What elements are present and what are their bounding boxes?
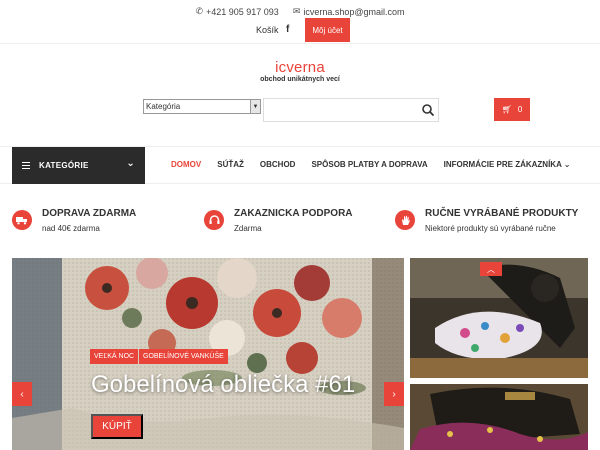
email-contact[interactable]: ✉ icverna.shop@gmail.com xyxy=(293,6,405,17)
truck-icon xyxy=(12,210,32,230)
slider-next-button[interactable]: › xyxy=(384,382,404,406)
sewing-machine-fabric-image xyxy=(410,384,588,450)
hero-slider[interactable]: VEĽKÁ NOC GOBELÍNOVÉ VANKÚŠE Gobelínová … xyxy=(12,258,404,450)
cart-icon: 🛒︎ xyxy=(501,105,512,114)
chevron-up-icon: ︿ xyxy=(487,264,495,274)
side-product-image-top[interactable]: ︿ xyxy=(410,258,588,378)
email-text: icverna.shop@gmail.com xyxy=(303,6,405,17)
search-input[interactable] xyxy=(263,98,439,122)
chevron-right-icon: › xyxy=(392,388,396,400)
envelope-icon: ✉ xyxy=(292,6,301,16)
facebook-icon[interactable]: f xyxy=(286,24,289,35)
search-icon[interactable] xyxy=(421,103,435,117)
nav-item-shop[interactable]: OBCHOD xyxy=(260,160,296,169)
category-select-value: Kategória xyxy=(146,102,181,111)
site-logo[interactable]: icverna xyxy=(0,59,600,76)
categories-menu-button[interactable]: KATEGÓRIE ⌄ xyxy=(12,147,145,184)
feature-title: RUČNE VYRÁBANÉ PRODUKTY xyxy=(425,208,579,219)
hand-icon xyxy=(395,210,415,230)
side-product-image-bottom[interactable] xyxy=(410,384,588,450)
cart-button[interactable]: 🛒︎ 0 xyxy=(494,98,530,121)
site-tagline: obchod unikátnych vecí xyxy=(260,76,340,83)
chevron-left-icon: ‹ xyxy=(20,388,24,400)
slide-title[interactable]: Gobelínová obliečka #61 xyxy=(91,371,355,399)
feature-title: ZAKAZNICKA PODPORA xyxy=(234,208,353,219)
categories-label: KATEGÓRIE xyxy=(39,161,89,170)
nav-item-customer-info-label: INFORMÁCIE PRE ZÁKAZNÍKA xyxy=(443,160,562,169)
select-arrow-icon: ▼ xyxy=(250,100,260,113)
nav-item-customer-info[interactable]: INFORMÁCIE PRE ZÁKAZNÍKA ⌄ xyxy=(444,160,571,169)
phone-icon: ✆ xyxy=(195,6,203,16)
nav-item-payment-shipping[interactable]: SPÔSOB PLATBY A DOPRAVA xyxy=(311,160,427,169)
slider-prev-button[interactable]: ‹ xyxy=(12,382,32,406)
nav-item-contest[interactable]: SÚŤAŽ xyxy=(217,160,244,169)
main-navigation: KATEGÓRIE ⌄ DOMOV SÚŤAŽ OBCHOD SPÔSOB PL… xyxy=(0,146,600,184)
phone-text: +421 905 917 093 xyxy=(205,6,279,17)
buy-button[interactable]: KÚPIŤ xyxy=(91,414,143,439)
feature-subtitle: Niektoré produkty sú vyrábané ručne xyxy=(425,224,556,233)
top-bar: ✆ +421 905 917 093 ✉ icverna.shop@gmail.co… xyxy=(0,0,600,44)
links-row: Košík f Môj účet xyxy=(0,18,600,42)
feature-subtitle: Zdarma xyxy=(234,224,262,233)
scroll-up-button[interactable]: ︿ xyxy=(480,262,502,276)
feature-subtitle: nad 40€ zdarma xyxy=(42,224,100,233)
chevron-down-icon: ⌄ xyxy=(126,158,135,169)
headset-icon xyxy=(204,210,224,230)
feature-free-shipping: DOPRAVA ZDARMA nad 40€ zdarma xyxy=(12,208,192,238)
slide-tag[interactable]: VEĽKÁ NOC xyxy=(90,349,139,364)
category-select[interactable]: Kategória ▼ xyxy=(143,99,261,114)
feature-customer-support: ZAKAZNICKA PODPORA Zdarma xyxy=(204,208,384,238)
sewing-machine-mask-image xyxy=(410,258,588,378)
feature-title: DOPRAVA ZDARMA xyxy=(42,208,137,219)
nav-item-home[interactable]: DOMOV xyxy=(171,160,201,169)
cart-count: 0 xyxy=(517,105,523,114)
contact-row: ✆ +421 905 917 093 ✉ icverna.shop@gmail.co… xyxy=(0,6,600,17)
slide-tag[interactable]: GOBELÍNOVÉ VANKÚŠE xyxy=(139,349,228,364)
phone-contact[interactable]: ✆ +421 905 917 093 xyxy=(195,6,278,17)
nav-items: DOMOV SÚŤAŽ OBCHOD SPÔSOB PLATBY A DOPRA… xyxy=(171,160,587,169)
hamburger-icon xyxy=(22,160,30,171)
chevron-down-icon: ⌄ xyxy=(563,160,571,169)
my-account-button[interactable]: Môj účet xyxy=(305,18,350,42)
cart-link[interactable]: Košík xyxy=(256,25,279,35)
feature-handmade: RUČNE VYRÁBANÉ PRODUKTY Niektoré produkt… xyxy=(395,208,595,238)
